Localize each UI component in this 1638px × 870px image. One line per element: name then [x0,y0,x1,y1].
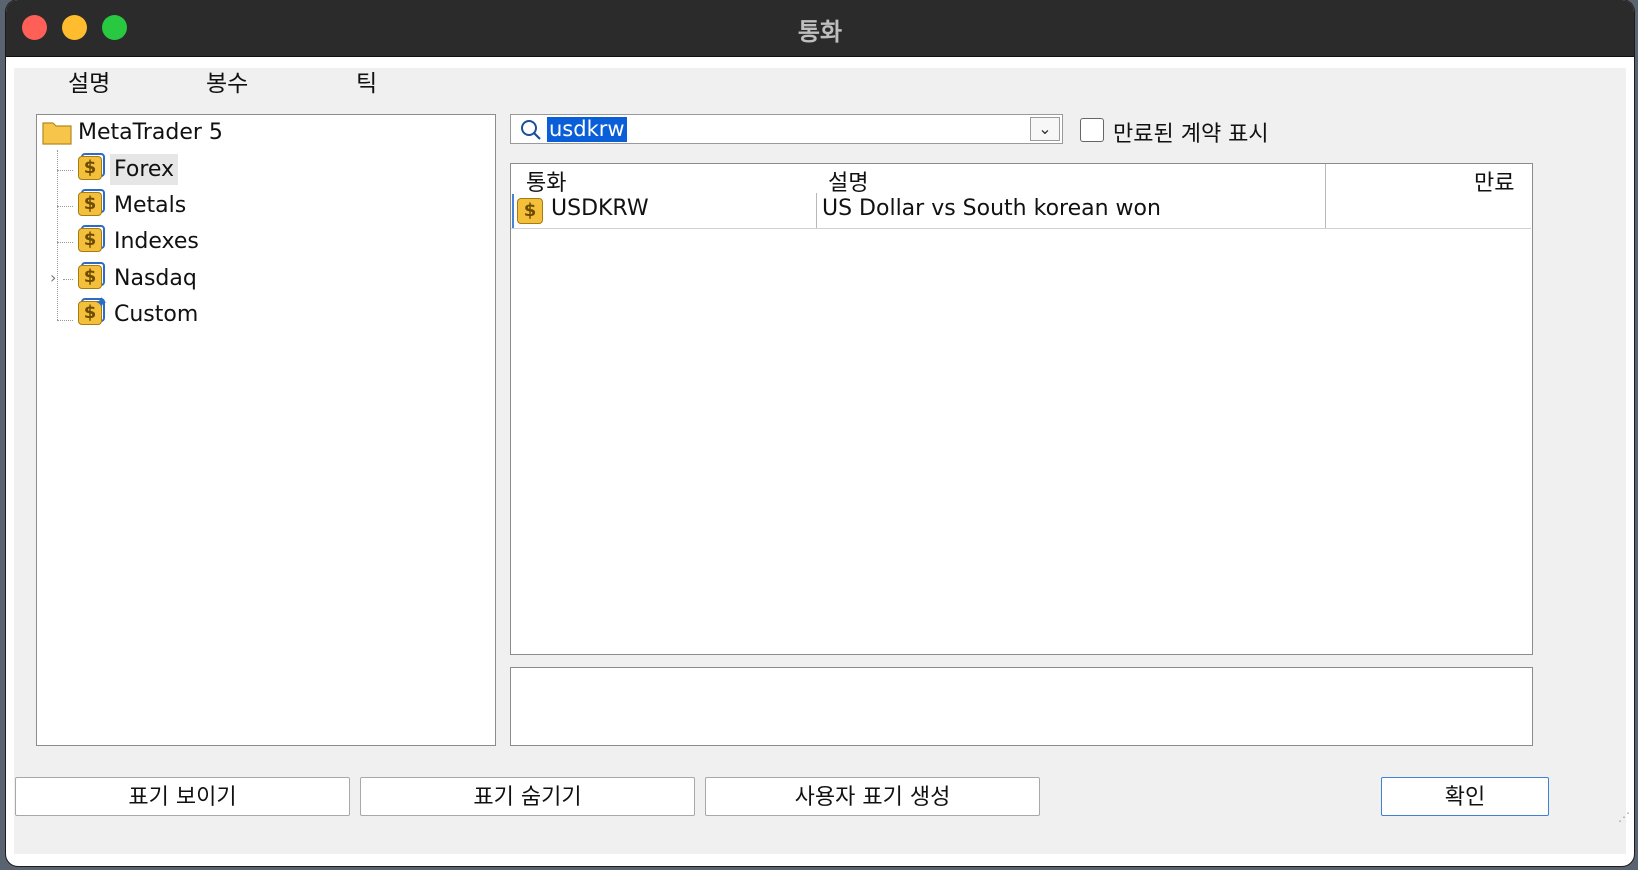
create-custom-symbol-button[interactable]: 사용자 표기 생성 [705,777,1040,816]
tree-item-root[interactable]: MetaTrader 5 [42,114,227,150]
row-description: US Dollar vs South korean won [822,196,1161,221]
title-bar[interactable]: 통화 [6,0,1634,57]
tree-connector [57,150,58,320]
tree-item-nasdaq[interactable]: $ Nasdaq [78,260,201,296]
currency-folder-icon: $ [78,262,105,291]
show-expired-label[interactable]: 만료된 계약 표시 [1113,116,1269,148]
tree-item-forex[interactable]: $ Forex [78,151,179,187]
column-header-description[interactable]: 설명 [828,165,868,197]
table-row[interactable]: $ USDKRW US Dollar vs South korean won [512,194,1325,228]
symbol-search[interactable]: usdkrw ⌄ [510,114,1063,144]
tree-item-metals[interactable]: $ Metals [78,187,190,223]
custom-currency-icon: $ ✦ [78,293,108,327]
row-separator [511,228,1531,229]
column-header-symbol[interactable]: 통화 [526,165,566,197]
tab-ticks[interactable]: 틱 [356,64,377,98]
currency-folder-icon: $ [78,225,105,254]
currency-symbol-icon: $ [517,198,543,224]
tab-bars[interactable]: 봉수 [206,64,248,98]
chevron-down-icon: ⌄ [1038,119,1052,138]
show-expired-checkbox[interactable] [1080,118,1104,142]
search-input[interactable]: usdkrw [547,117,627,142]
hide-symbol-button[interactable]: 표기 숨기기 [360,777,695,816]
currency-folder-icon: $ [78,153,105,182]
row-symbol: USDKRW [551,196,649,221]
search-icon [521,120,541,140]
folder-icon [42,122,72,145]
show-symbol-button[interactable]: 표기 보이기 [15,777,350,816]
column-header-expiry[interactable]: 만료 [1474,165,1514,197]
tree-connector [63,279,73,280]
currency-folder-icon: $ [78,189,105,218]
resize-grip-icon[interactable]: ⋰ [1618,810,1630,824]
symbols-table [510,163,1533,655]
symbol-details-panel [510,667,1533,746]
tree-connector [57,206,73,207]
tree-connector [57,170,73,171]
row-focus-marker [512,194,514,228]
tree-connector [57,242,73,243]
tab-description[interactable]: 설명 [68,64,110,98]
window-title: 통화 [797,18,843,46]
expand-chevron-icon[interactable]: › [50,268,56,287]
tree-item-indexes[interactable]: $ Indexes [78,223,203,259]
search-history-dropdown[interactable]: ⌄ [1030,117,1060,141]
ok-button[interactable]: 확인 [1381,777,1549,816]
column-separator[interactable] [1325,164,1326,228]
tree-item-custom[interactable]: $ ✦ Custom [78,293,202,332]
tree-connector [57,320,73,321]
